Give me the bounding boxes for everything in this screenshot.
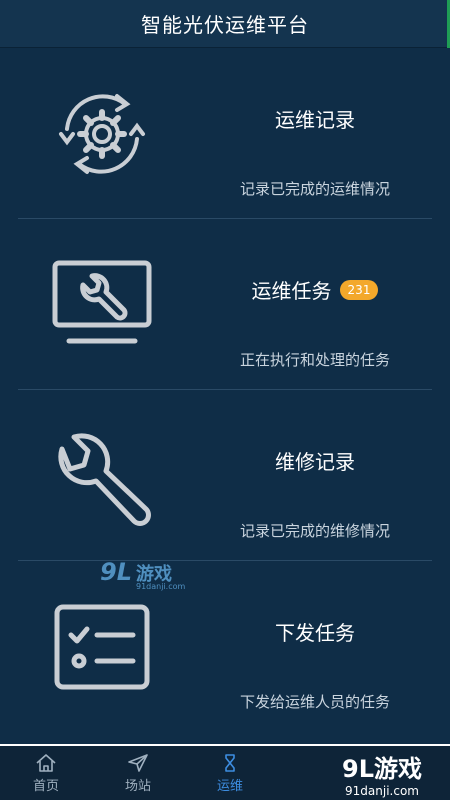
page-title: 智能光伏运维平台 (141, 13, 309, 37)
brand-watermark: 9L游戏 91danji.com (342, 754, 422, 798)
tab-label: 场站 (124, 778, 151, 794)
card-description: 下发给运维人员的任务 (239, 693, 390, 711)
card-title: 运维任务 231 (200, 275, 430, 304)
card-title: 维修记录 (275, 450, 355, 474)
monitor-wrench-icon (42, 250, 162, 360)
wrench-icon (42, 421, 162, 531)
card-dispatch-tasks[interactable]: 下发任务 下发给运维人员的任务 (0, 561, 450, 732)
hourglass-icon (225, 753, 235, 772)
card-maintenance-records[interactable]: 运维记录 记录已完成的运维情况 (0, 48, 450, 219)
tab-maintenance[interactable]: 运维 (184, 746, 276, 800)
app-header: 智能光伏运维平台 (0, 0, 450, 48)
card-title: 运维记录 (275, 108, 355, 132)
tab-label: 首页 (32, 778, 59, 794)
card-repair-records[interactable]: 维修记录 记录已完成的维修情况 (0, 390, 450, 561)
watermark-logo: 9L 游戏 91danji.com (100, 558, 186, 591)
card-description: 记录已完成的维修情况 (239, 522, 390, 540)
card-title: 下发任务 (275, 621, 355, 645)
gear-refresh-icon (42, 79, 162, 189)
send-icon (128, 753, 148, 772)
checklist-icon (42, 592, 162, 702)
card-description: 记录已完成的运维情况 (239, 180, 390, 198)
card-maintenance-tasks[interactable]: 运维任务 231 正在执行和处理的任务 (0, 219, 450, 390)
tab-label: 运维 (216, 778, 243, 794)
home-icon (36, 753, 56, 772)
tab-home[interactable]: 首页 (0, 746, 92, 800)
task-count-badge: 231 (339, 279, 379, 300)
card-description: 正在执行和处理的任务 (239, 351, 390, 369)
menu-list: 运维记录 记录已完成的运维情况 运维任务 231 正在执行和处理的任务 维修记录 (0, 48, 450, 744)
tab-stations[interactable]: 场站 (92, 746, 184, 800)
